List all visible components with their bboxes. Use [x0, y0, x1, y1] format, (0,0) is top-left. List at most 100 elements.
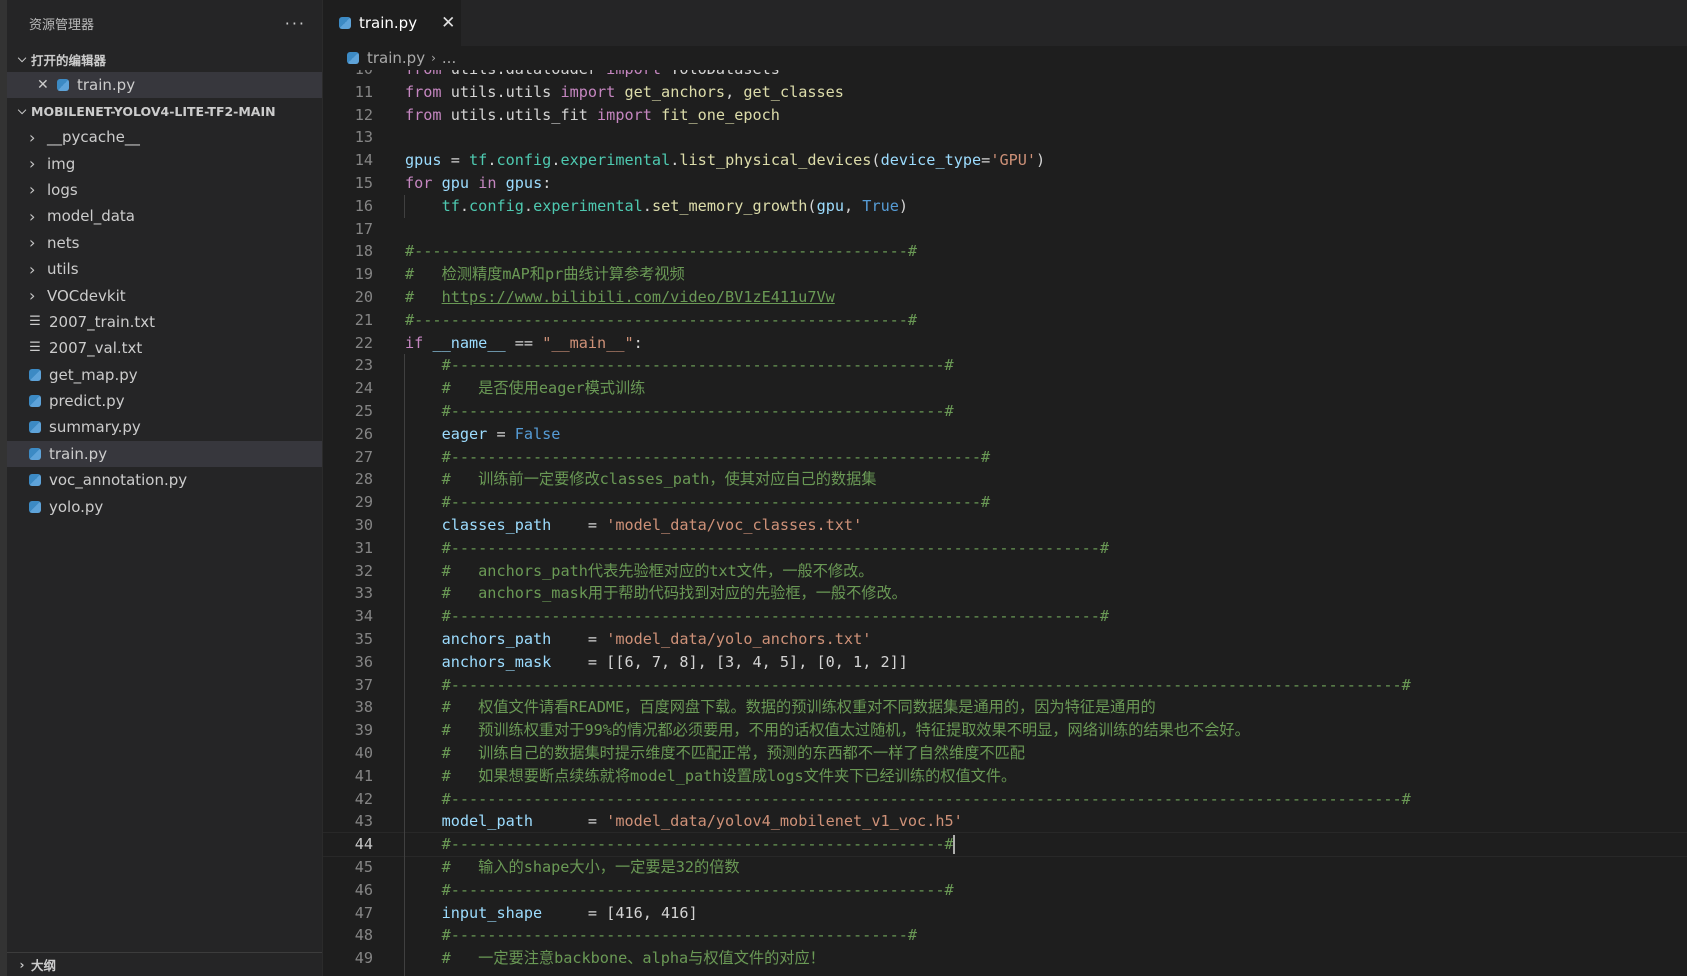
- open-editor-item[interactable]: ✕ train.py: [7, 72, 322, 98]
- code-line[interactable]: 21 #-------------------------------------…: [323, 309, 1687, 332]
- folder-item[interactable]: › __pycache__: [7, 124, 322, 150]
- code-token: = [416, 416]: [542, 903, 698, 922]
- python-file-icon: [29, 395, 41, 408]
- more-actions-icon[interactable]: ···: [285, 14, 306, 33]
- code-token: # 是否使用eager模式训练: [441, 379, 646, 398]
- code-line[interactable]: 47 input_shape = [416, 416]: [323, 902, 1687, 925]
- open-editor-filename: train.py: [77, 76, 136, 94]
- outline-section[interactable]: › 大纲: [7, 952, 322, 976]
- code-link[interactable]: https://www.bilibili.com/video/BV1zE411u…: [442, 288, 835, 306]
- code-line[interactable]: 41 # 如果想要断点续练就将model_path设置成logs文件夹下已经训练…: [323, 765, 1687, 788]
- code-line[interactable]: 31 #------------------------------------…: [323, 537, 1687, 560]
- code-line[interactable]: 13: [323, 126, 1687, 149]
- tree-item-label: __pycache__: [47, 128, 140, 147]
- breadcrumb-rest[interactable]: ...: [442, 49, 456, 67]
- folder-item[interactable]: › VOCdevkit: [7, 282, 322, 308]
- code-line[interactable]: 45 # 输入的shape大小，一定要是32的倍数: [323, 856, 1687, 879]
- code-line[interactable]: 42 #------------------------------------…: [323, 788, 1687, 811]
- code-text: #---------------------------------------…: [405, 446, 991, 469]
- tree-item-label: VOCdevkit: [47, 286, 126, 305]
- line-number: 43: [354, 812, 373, 831]
- code-line[interactable]: 46 #------------------------------------…: [323, 879, 1687, 902]
- code-line[interactable]: 35 anchors_path = 'model_data/yolo_ancho…: [323, 628, 1687, 651]
- code-token: ): [1036, 151, 1046, 170]
- code-line[interactable]: 29 #------------------------------------…: [323, 491, 1687, 514]
- code-editor[interactable]: 10 from utils.dataloader import YoloDatas…: [323, 70, 1687, 976]
- code-line[interactable]: 10 from utils.dataloader import YoloDatas…: [323, 70, 1687, 81]
- code-line[interactable]: 40 # 训练自己的数据集时提示维度不匹配正常，预测的东西都不一样了自然维度不匹…: [323, 742, 1687, 765]
- chevron-right-icon: ›: [29, 127, 36, 147]
- code-line[interactable]: 25 #------------------------------------…: [323, 400, 1687, 423]
- code-token: =: [441, 151, 470, 170]
- code-line[interactable]: 44 #------------------------------------…: [323, 832, 1687, 857]
- code-line[interactable]: 11 from utils.utils import get_anchors, g…: [323, 81, 1687, 104]
- file-item[interactable]: yolo.py: [7, 493, 322, 519]
- line-number: 34: [354, 607, 373, 626]
- code-line[interactable]: 48 #------------------------------------…: [323, 924, 1687, 947]
- tab-train-py[interactable]: train.py ✕: [323, 0, 461, 46]
- file-item[interactable]: ☰ 2007_train.txt: [7, 309, 322, 335]
- code-line[interactable]: 15 for gpu in gpus:: [323, 172, 1687, 195]
- code-line[interactable]: 12 from utils.utils_fit import fit_one_ep…: [323, 104, 1687, 127]
- code-line[interactable]: 27 #------------------------------------…: [323, 446, 1687, 469]
- code-token: set_memory_growth: [651, 196, 808, 215]
- code-line[interactable]: 36 anchors_mask = [[6, 7, 8], [3, 4, 5],…: [323, 651, 1687, 674]
- code-line[interactable]: 17: [323, 218, 1687, 241]
- code-line[interactable]: 37 #------------------------------------…: [323, 674, 1687, 697]
- folder-item[interactable]: › model_data: [7, 203, 322, 229]
- file-item[interactable]: get_map.py: [7, 362, 322, 388]
- code-line[interactable]: 23 #------------------------------------…: [323, 354, 1687, 377]
- explorer-sidebar: 资源管理器 ··· ⌵ 打开的编辑器 ✕ train.py ⌵ MOBILENE…: [7, 0, 323, 976]
- chevron-right-icon: ›: [19, 957, 25, 972]
- code-line[interactable]: 20 # https://www.bilibili.com/video/BV1zE…: [323, 286, 1687, 309]
- project-section[interactable]: ⌵ MOBILENET-YOLOV4-LITE-TF2-MAIN: [7, 98, 322, 124]
- code-line[interactable]: 33 # anchors_mask用于帮助代码找到对应的先验框，一般不修改。: [323, 582, 1687, 605]
- folder-item[interactable]: › nets: [7, 230, 322, 256]
- file-item[interactable]: ☰ 2007_val.txt: [7, 335, 322, 361]
- code-text: #---------------------------------------…: [405, 240, 917, 263]
- line-number: 15: [354, 174, 373, 192]
- code-line[interactable]: 38 # 权值文件请看README，百度网盘下载。数据的预训练权重对不同数据集是…: [323, 696, 1687, 719]
- code-line[interactable]: 43 model_path = 'model_data/yolov4_mobil…: [323, 810, 1687, 833]
- code-line[interactable]: 22 if __name__ == "__main__":: [323, 332, 1687, 355]
- code-token: import: [597, 105, 652, 124]
- code-token: :: [633, 333, 643, 352]
- code-line[interactable]: 24 # 是否使用eager模式训练: [323, 377, 1687, 400]
- tree-item-label: 2007_train.txt: [49, 312, 155, 331]
- code-line[interactable]: 32 # anchors_path代表先验框对应的txt文件，一般不修改。: [323, 560, 1687, 583]
- code-line[interactable]: 14 gpus = tf.config.experimental.list_phy…: [323, 149, 1687, 172]
- open-editors-section[interactable]: ⌵ 打开的编辑器: [7, 46, 322, 72]
- code-line[interactable]: 26 eager = False: [323, 423, 1687, 446]
- code-line[interactable]: 19 # 检测精度mAP和pr曲线计算参考视频: [323, 263, 1687, 286]
- code-token: = [[6, 7, 8], [3, 4, 5], [0, 1, 2]]: [551, 652, 908, 671]
- line-number: 14: [354, 151, 373, 170]
- code-token: False: [514, 424, 561, 443]
- file-item[interactable]: predict.py: [7, 388, 322, 414]
- code-line[interactable]: 16 tf.config.experimental.set_memory_gro…: [323, 195, 1687, 218]
- file-item[interactable]: summary.py: [7, 414, 322, 440]
- code-line[interactable]: 28 # 训练前一定要修改classes_path，使其对应自己的数据集: [323, 468, 1687, 491]
- folder-item[interactable]: › utils: [7, 256, 322, 282]
- code-line[interactable]: 18 #-------------------------------------…: [323, 240, 1687, 263]
- folder-item[interactable]: › img: [7, 150, 322, 176]
- python-file-icon: [57, 79, 69, 91]
- code-token: #---------------------------------------…: [441, 880, 954, 899]
- open-editors-label: 打开的编辑器: [31, 52, 107, 68]
- folder-item[interactable]: › logs: [7, 177, 322, 203]
- file-item[interactable]: voc_annotation.py: [7, 467, 322, 493]
- breadcrumb-file[interactable]: train.py: [367, 49, 425, 67]
- tab-close-icon[interactable]: ✕: [441, 13, 455, 33]
- file-item[interactable]: train.py: [7, 440, 322, 468]
- code-line[interactable]: 30 classes_path = 'model_data/voc_classe…: [323, 514, 1687, 537]
- close-icon[interactable]: ✕: [37, 77, 57, 93]
- line-number: 18: [354, 242, 373, 261]
- line-number: 31: [354, 538, 373, 557]
- code-line[interactable]: 49 # 一定要注意backbone、alpha与权值文件的对应！: [323, 947, 1687, 970]
- code-text: # 一定要注意backbone、alpha与权值文件的对应！: [405, 947, 825, 970]
- code-text: #---------------------------------------…: [405, 833, 955, 856]
- code-line[interactable]: 39 # 预训练权重对于99%的情况都必须要用，不用的话权值太过随机，特征提取效…: [323, 719, 1687, 742]
- code-line[interactable]: 34 #------------------------------------…: [323, 605, 1687, 628]
- line-number: 23: [354, 356, 373, 375]
